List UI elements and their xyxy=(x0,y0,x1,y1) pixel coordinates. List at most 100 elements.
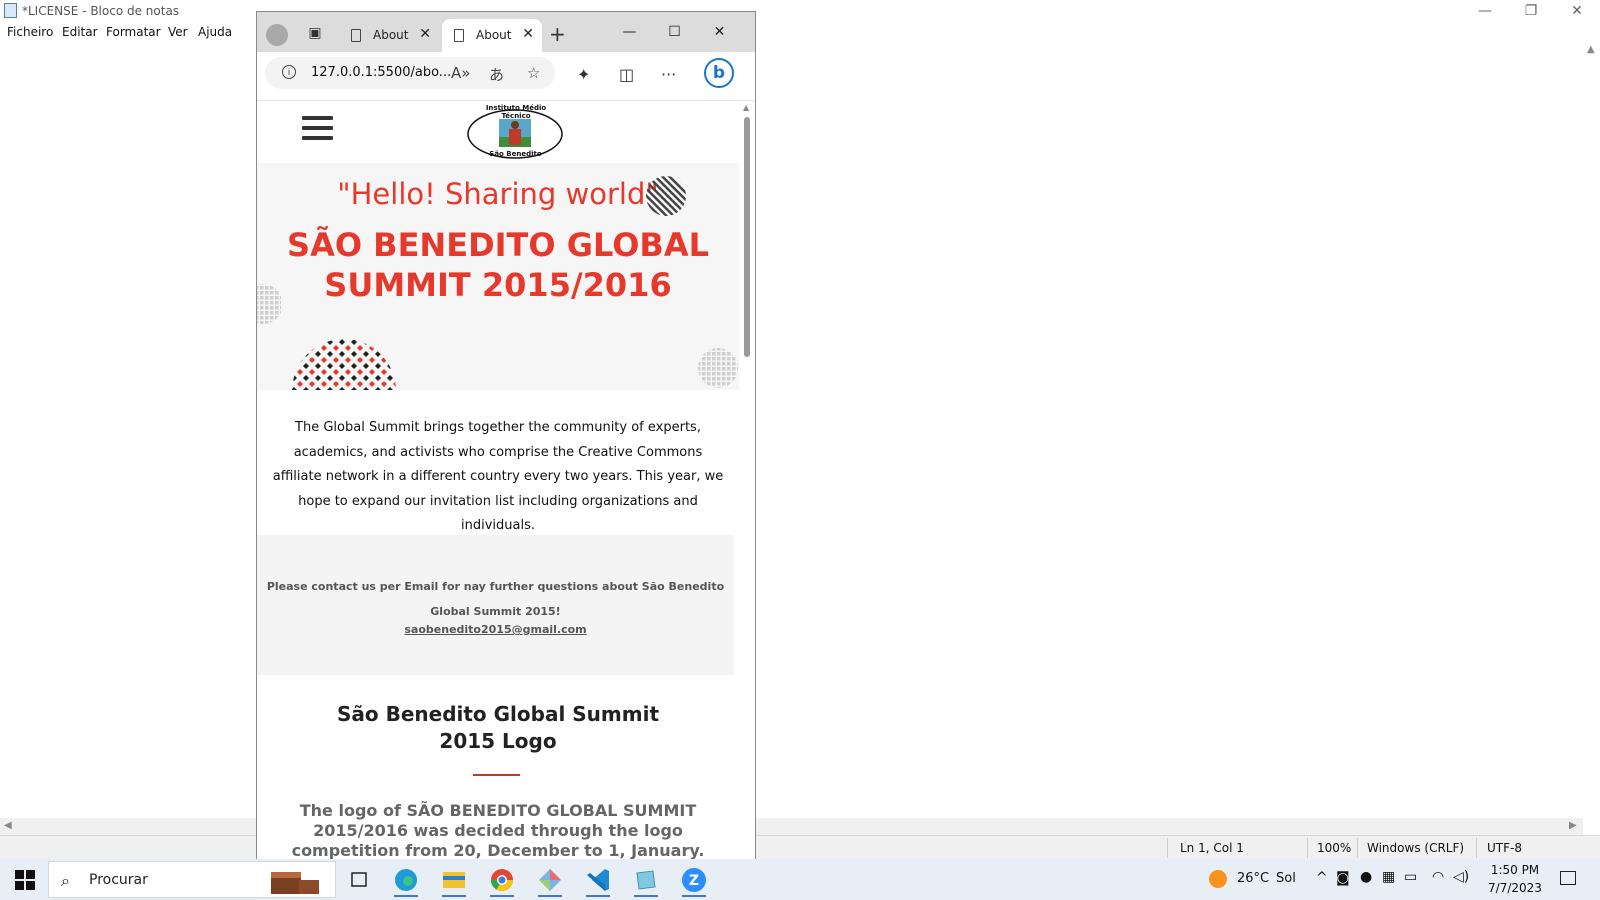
chrome-icon[interactable] xyxy=(482,863,522,897)
menu-editar[interactable]: Editar xyxy=(62,25,98,39)
contact-email-link[interactable]: saobenedito2015@gmail.com xyxy=(257,623,734,636)
dotted-circle-decoration-left xyxy=(257,284,281,324)
zoom-icon[interactable]: Z xyxy=(674,863,714,897)
battery-icon[interactable]: ▭ xyxy=(1404,869,1417,885)
scroll-up-arrow-icon[interactable]: ▲ xyxy=(743,103,749,112)
tab-label: About xyxy=(476,28,512,42)
new-tab-button[interactable]: + xyxy=(549,24,566,44)
running-indicator xyxy=(586,895,610,897)
tab-actions-icon[interactable]: ▣ xyxy=(304,22,326,44)
site-logo[interactable]: Instituto Médio Técnico São Benedito xyxy=(463,104,568,160)
browser-close-button[interactable]: ✕ xyxy=(697,18,742,46)
tab-about-1[interactable]: About ✕ xyxy=(339,19,439,52)
status-position: Ln 1, Col 1 xyxy=(1180,841,1244,855)
close-tab-icon[interactable]: ✕ xyxy=(522,26,534,42)
contact-text: Please contact us per Email for nay furt… xyxy=(266,580,725,618)
wifi-icon[interactable]: ◠ xyxy=(1432,869,1444,885)
weather-sun-icon[interactable] xyxy=(1209,870,1227,888)
show-hidden-icons-chevron-icon[interactable]: ^ xyxy=(1316,870,1328,886)
scroll-right-arrow-icon[interactable]: ▶ xyxy=(1569,820,1577,831)
start-windows-icon[interactable] xyxy=(15,870,35,890)
notepad-restore-button[interactable]: ❐ xyxy=(1508,0,1554,22)
browser-maximize-button[interactable]: ☐ xyxy=(652,18,697,46)
browser-toolbar: i 127.0.0.1:5500/abo... A» あ ☆ ✦ ◫ ··· b xyxy=(257,52,755,101)
scrollbar-thumb[interactable] xyxy=(744,117,750,357)
hero-title-line1: SÃO BENEDITO GLOBAL xyxy=(287,226,709,264)
intro-paragraph: The Global Summit brings together the co… xyxy=(272,420,724,533)
favorite-icon[interactable]: ☆ xyxy=(527,64,540,82)
tab-about-2[interactable]: About ✕ xyxy=(442,19,542,52)
search-placeholder: Procurar xyxy=(89,872,148,888)
file-explorer-icon[interactable] xyxy=(434,863,474,897)
notepad-close-button[interactable]: ✕ xyxy=(1554,0,1600,22)
menu-ajuda[interactable]: Ajuda xyxy=(198,25,232,39)
hero-title-line2: SUMMIT 2015/2016 xyxy=(324,266,672,304)
page-viewport[interactable]: Instituto Médio Técnico São Benedito "He… xyxy=(257,101,739,860)
browser-window: ▣ About ✕ About ✕ + — ☐ ✕ i 127.0.0.1:55… xyxy=(256,11,756,861)
search-highlight-image-icon xyxy=(271,872,319,894)
logo-description: The logo of SÃO BENEDITO GLOBAL SUMMIT 2… xyxy=(291,801,705,860)
weather-condition[interactable]: Sol xyxy=(1276,871,1296,886)
clock-date[interactable]: 7/7/2023 xyxy=(1485,881,1545,895)
notepad-app-icon xyxy=(4,3,17,18)
logo-arc-text: Instituto Médio Técnico xyxy=(485,104,547,120)
running-indicator xyxy=(682,895,706,897)
running-indicator xyxy=(490,895,514,897)
translate-icon[interactable]: あ xyxy=(489,64,504,85)
logo-heading-line2: 2015 Logo xyxy=(439,729,557,753)
close-tab-icon[interactable]: ✕ xyxy=(419,26,431,42)
task-view-icon[interactable] xyxy=(339,863,379,897)
status-separator xyxy=(1357,838,1358,858)
read-aloud-icon[interactable]: A» xyxy=(451,64,470,82)
url-text[interactable]: 127.0.0.1:5500/abo... xyxy=(311,65,451,80)
running-indicator xyxy=(538,895,562,897)
vscode-icon[interactable] xyxy=(578,863,618,897)
svg-text:Z: Z xyxy=(689,873,699,889)
contact-section: Please contact us per Email for nay furt… xyxy=(257,535,734,675)
menu-ficheiro[interactable]: Ficheiro xyxy=(7,25,53,39)
extensions-icon[interactable]: ✦ xyxy=(577,65,590,84)
weather-temp[interactable]: 26°C xyxy=(1237,871,1269,886)
notepad-titlebar: *LICENSE - Bloco de notas — ❐ ✕ xyxy=(0,0,1600,22)
notepad-horizontal-scrollbar[interactable]: ◀ ▶ xyxy=(0,818,1583,835)
notepad-vertical-scrollbar[interactable]: ▲ xyxy=(1583,42,1600,818)
browser-minimize-button[interactable]: — xyxy=(607,18,652,46)
notepad-text-area[interactable] xyxy=(0,42,1583,818)
heading-divider xyxy=(473,774,520,776)
meet-camera-icon[interactable]: ◙ xyxy=(1336,870,1350,886)
scroll-left-arrow-icon[interactable]: ◀ xyxy=(4,820,12,831)
edge-icon[interactable] xyxy=(386,863,426,897)
defender-icon[interactable]: ▦ xyxy=(1382,869,1395,885)
notepad-statusbar: Ln 1, Col 1 100% Windows (CRLF) UTF-8 xyxy=(0,835,1600,860)
page-icon xyxy=(351,29,361,42)
microphone-icon[interactable]: ● xyxy=(1360,869,1372,885)
more-icon[interactable]: ··· xyxy=(661,65,676,84)
split-screen-icon[interactable]: ◫ xyxy=(619,65,634,84)
status-separator xyxy=(1307,838,1308,858)
notifications-icon[interactable] xyxy=(1560,871,1576,885)
logo-section-heading: São Benedito Global Summit 2015 Logo xyxy=(257,701,739,755)
volume-icon[interactable]: ◁) xyxy=(1453,869,1469,885)
hero-title: SÃO BENEDITO GLOBAL SUMMIT 2015/2016 xyxy=(257,225,739,305)
menu-formatar[interactable]: Formatar xyxy=(106,25,161,39)
address-bar[interactable]: i 127.0.0.1:5500/abo... A» あ ☆ xyxy=(265,57,555,89)
page-icon xyxy=(454,29,464,42)
logo-heading-line1: São Benedito Global Summit xyxy=(336,702,660,726)
scroll-up-arrow-icon[interactable]: ▲ xyxy=(1587,44,1595,55)
profile-avatar-icon[interactable] xyxy=(266,24,288,46)
tab-label: About xyxy=(373,28,409,42)
taskbar: ⌕ Procurar Z 26°C Sol ^ ◙ ● ▦ ▭ ◠ ◁) 1:5… xyxy=(0,859,1600,900)
hamburger-menu-icon[interactable] xyxy=(302,116,333,144)
page-scrollbar[interactable]: ▲ xyxy=(739,101,755,860)
search-icon: ⌕ xyxy=(61,871,70,890)
taskbar-search-box[interactable]: ⌕ Procurar xyxy=(48,861,336,898)
git-icon[interactable] xyxy=(530,863,570,897)
notepad-icon[interactable] xyxy=(626,863,666,897)
status-zoom: 100% xyxy=(1317,841,1352,855)
hero-subtitle-text: "Hello! Sharing world" xyxy=(337,177,659,211)
site-info-icon[interactable]: i xyxy=(282,65,296,79)
clock-time[interactable]: 1:50 PM xyxy=(1485,863,1545,877)
bing-icon[interactable]: b xyxy=(704,58,734,88)
menu-ver[interactable]: Ver xyxy=(168,25,188,39)
notepad-minimize-button[interactable]: — xyxy=(1462,0,1508,22)
